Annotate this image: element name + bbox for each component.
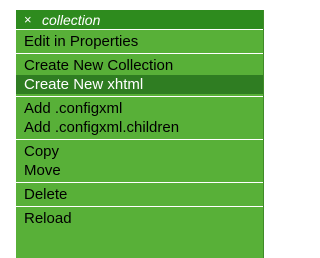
menu-title-bar: × collection (16, 10, 263, 30)
menu-item-copy[interactable]: Copy (16, 142, 263, 161)
menu-item-move[interactable]: Move (16, 161, 263, 180)
menu-group-create: Create New Collection Create New xhtml (16, 54, 263, 97)
menu-item-create-new-xhtml[interactable]: Create New xhtml (16, 75, 263, 94)
close-icon[interactable]: × (24, 13, 34, 26)
menu-group-copy-move: Copy Move (16, 140, 263, 183)
menu-group-properties: Edit in Properties (16, 30, 263, 54)
menu-group-delete: Delete (16, 183, 263, 207)
menu-item-edit-in-properties[interactable]: Edit in Properties (16, 32, 263, 51)
menu-item-add-configxml[interactable]: Add .configxml (16, 99, 263, 118)
menu-title: collection (42, 11, 101, 28)
context-menu: × collection Edit in Properties Create N… (16, 10, 264, 258)
menu-group-reload: Reload (16, 207, 263, 230)
menu-item-create-new-collection[interactable]: Create New Collection (16, 56, 263, 75)
menu-group-add: Add .configxml Add .configxml.children (16, 97, 263, 140)
menu-item-add-configxml-children[interactable]: Add .configxml.children (16, 118, 263, 137)
menu-item-reload[interactable]: Reload (16, 209, 263, 228)
menu-item-delete[interactable]: Delete (16, 185, 263, 204)
